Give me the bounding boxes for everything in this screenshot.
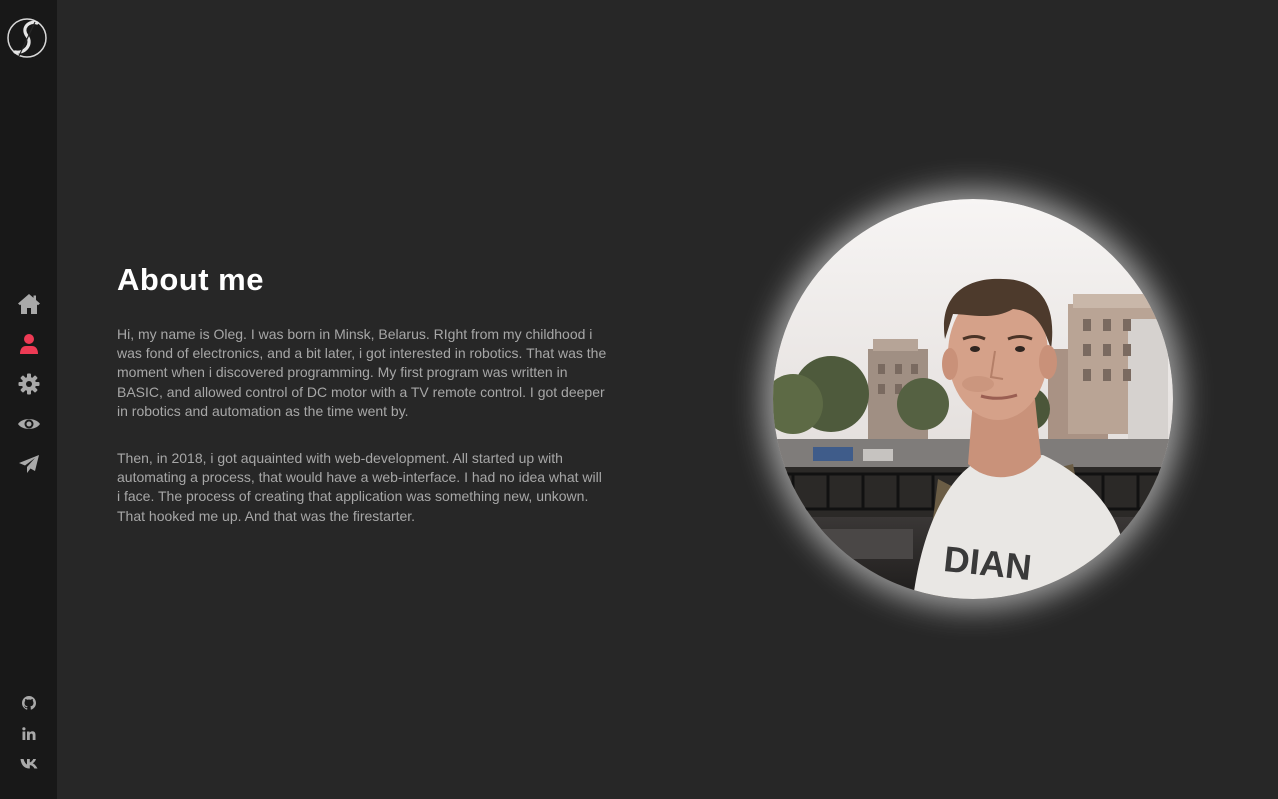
- about-paragraph-2: Then, in 2018, i got aquainted with web-…: [117, 450, 602, 524]
- eye-icon: [17, 419, 40, 429]
- social-vk[interactable]: [0, 748, 57, 778]
- nav-item-contact[interactable]: [0, 444, 57, 484]
- about-paragraph-1: Hi, my name is Oleg. I was born in Minsk…: [117, 326, 607, 419]
- vk-icon: [20, 758, 37, 768]
- paper-plane-icon: [18, 455, 39, 473]
- nav-item-about[interactable]: [0, 324, 57, 364]
- home-icon: [17, 294, 40, 314]
- profile-photo-image: DIAN: [773, 199, 1173, 599]
- linkedin-icon: [21, 726, 35, 740]
- social-linkedin[interactable]: [0, 718, 57, 748]
- sidebar: [0, 0, 57, 799]
- gear-icon: [18, 373, 39, 395]
- social-links: [0, 688, 57, 778]
- nav-item-settings[interactable]: [0, 364, 57, 404]
- page-title: About me: [117, 262, 264, 297]
- nav-item-home[interactable]: [0, 284, 57, 324]
- user-icon: [19, 334, 38, 354]
- about-section: About me Hi, my name is Oleg. I was born…: [117, 262, 607, 526]
- social-github[interactable]: [0, 688, 57, 718]
- github-icon: [21, 696, 36, 710]
- nav-item-portfolio[interactable]: [0, 404, 57, 444]
- profile-photo: DIAN: [773, 199, 1173, 599]
- logo[interactable]: [7, 18, 47, 58]
- script-s-logo-icon: [7, 18, 47, 58]
- main-nav: [0, 284, 57, 484]
